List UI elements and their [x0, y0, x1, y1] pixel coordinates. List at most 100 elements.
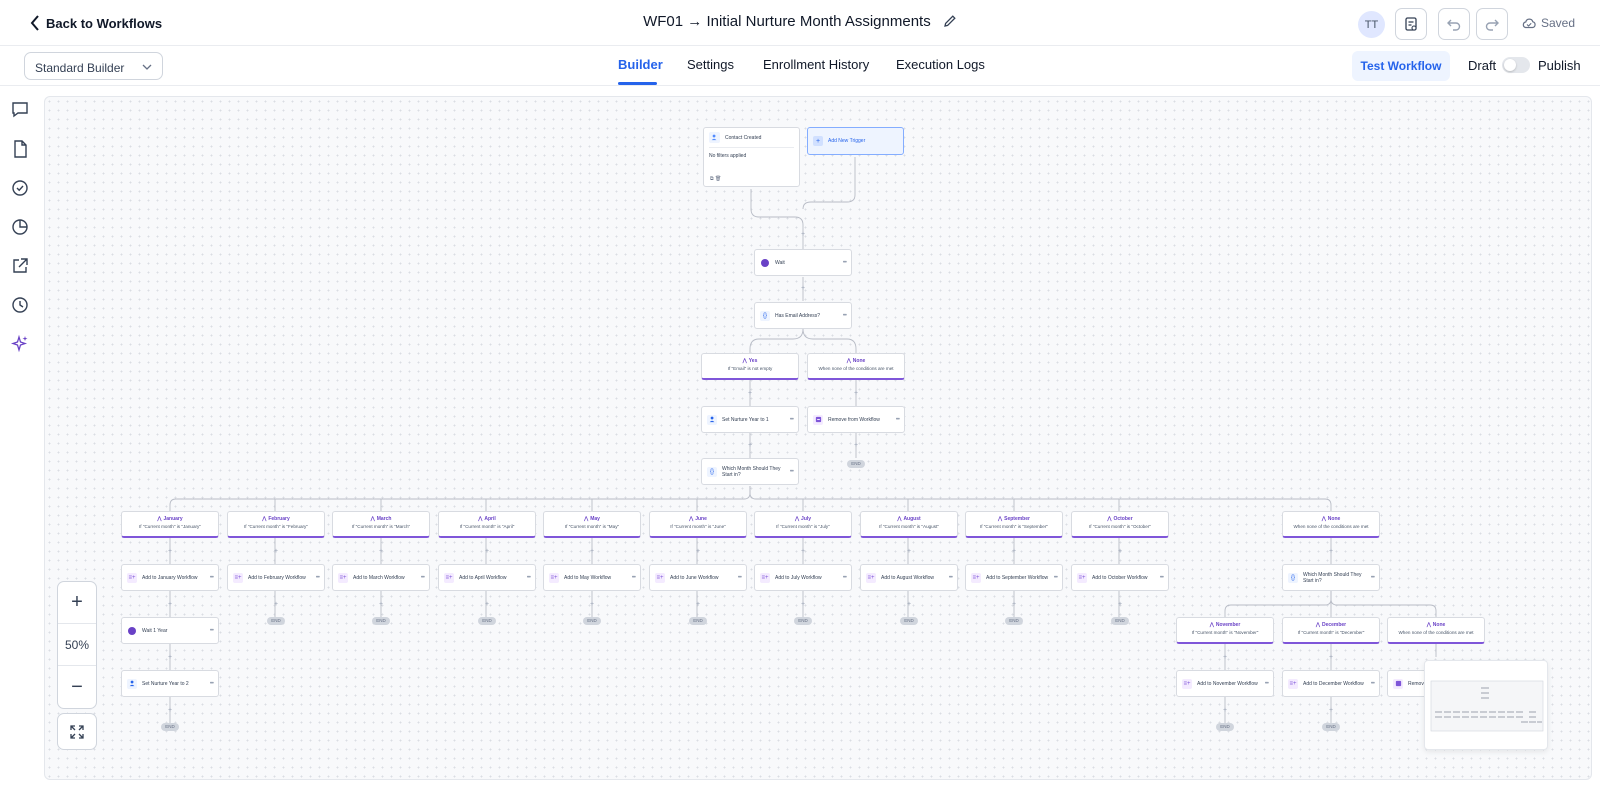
- add-step-plus[interactable]: +: [483, 548, 491, 555]
- workflow-canvas[interactable]: Contact Created No filters applied ⧉ 🗑 +…: [44, 96, 1592, 780]
- tab-enrollment-history[interactable]: Enrollment History: [763, 57, 869, 72]
- more-icon[interactable]: •••: [790, 469, 794, 475]
- test-workflow-button[interactable]: Test Workflow: [1352, 51, 1450, 81]
- branch-april[interactable]: ⋀ April If "Current month" is "April": [438, 511, 536, 538]
- tab-settings[interactable]: Settings: [687, 57, 734, 72]
- branch-none-2[interactable]: ⋀ None When none of the conditions are me…: [1282, 511, 1380, 538]
- chat-icon[interactable]: [10, 99, 30, 119]
- add-step-plus[interactable]: +: [377, 548, 385, 555]
- more-icon[interactable]: •••: [1371, 681, 1375, 687]
- pencil-icon[interactable]: [943, 14, 957, 32]
- add-step-plus[interactable]: +: [799, 601, 807, 608]
- action-add-june[interactable]: ≡+ Add to June Workflow •••: [649, 564, 747, 591]
- tab-execution-logs[interactable]: Execution Logs: [896, 57, 985, 72]
- add-step-plus[interactable]: +: [694, 601, 702, 608]
- more-icon[interactable]: •••: [632, 575, 636, 581]
- publish-toggle[interactable]: [1502, 57, 1530, 73]
- branch-yes[interactable]: ⋀ Yes If "Email" is not empty: [701, 353, 799, 380]
- add-step-plus[interactable]: +: [799, 285, 807, 292]
- builder-mode-select[interactable]: Standard Builder: [24, 52, 163, 80]
- action-wait-1-year[interactable]: Wait 1 Year •••: [121, 617, 219, 644]
- action-add-august[interactable]: ≡+ Add to August Workflow •••: [860, 564, 958, 591]
- branch-january[interactable]: ⋀ January If "Current month" is "January": [121, 511, 219, 538]
- add-step-plus[interactable]: +: [799, 548, 807, 555]
- add-step-plus[interactable]: +: [1010, 548, 1018, 555]
- workflow-title[interactable]: WF01 → Initial Nurture Month Assignments: [643, 13, 931, 30]
- add-step-plus[interactable]: +: [166, 548, 174, 555]
- more-icon[interactable]: •••: [316, 575, 320, 581]
- action-add-march[interactable]: ≡+ Add to March Workflow •••: [332, 564, 430, 591]
- check-circle-icon[interactable]: [10, 178, 30, 198]
- add-step-plus[interactable]: +: [588, 548, 596, 555]
- add-new-trigger-button[interactable]: + Add New Trigger: [807, 127, 904, 155]
- more-icon[interactable]: •••: [527, 575, 531, 581]
- action-add-october[interactable]: ≡+ Add to October Workflow •••: [1071, 564, 1169, 591]
- branch-october[interactable]: ⋀ October If "Current month" is "October": [1071, 511, 1169, 538]
- action-set-nurture-year-2[interactable]: Set Nurture Year to 2 •••: [121, 670, 219, 697]
- more-icon[interactable]: •••: [843, 313, 847, 319]
- more-icon[interactable]: •••: [896, 417, 900, 423]
- tab-builder[interactable]: Builder: [618, 57, 663, 72]
- pie-chart-icon[interactable]: [10, 217, 30, 237]
- condition-which-month-2[interactable]: {} Which Month Should They Start in? •••: [1282, 564, 1380, 591]
- action-remove-from-workflow[interactable]: Remove from Workflow •••: [807, 406, 905, 433]
- add-step-plus[interactable]: +: [1327, 654, 1335, 661]
- more-icon[interactable]: •••: [1265, 681, 1269, 687]
- add-step-plus[interactable]: +: [166, 601, 174, 608]
- action-add-december[interactable]: ≡+ Add to December Workflow •••: [1282, 670, 1380, 697]
- undo-button[interactable]: [1438, 8, 1470, 40]
- action-add-february[interactable]: ≡+ Add to February Workflow •••: [227, 564, 325, 591]
- add-step-plus[interactable]: +: [694, 548, 702, 555]
- add-step-plus[interactable]: +: [1327, 548, 1335, 555]
- add-step-plus[interactable]: +: [905, 548, 913, 555]
- action-add-may[interactable]: ≡+ Add to May Workflow •••: [543, 564, 641, 591]
- add-step-plus[interactable]: +: [1116, 601, 1124, 608]
- more-icon[interactable]: •••: [421, 575, 425, 581]
- more-icon[interactable]: •••: [949, 575, 953, 581]
- branch-december[interactable]: ⋀ December If "Current month" is "Decembe…: [1282, 617, 1380, 644]
- add-step-plus[interactable]: +: [1221, 654, 1229, 661]
- add-step-plus[interactable]: +: [272, 548, 280, 555]
- action-add-july[interactable]: ≡+ Add to July Workflow •••: [754, 564, 852, 591]
- condition-has-email[interactable]: {} Has Email Address? •••: [754, 302, 852, 329]
- action-add-april[interactable]: ≡+ Add to April Workflow •••: [438, 564, 536, 591]
- more-icon[interactable]: •••: [843, 575, 847, 581]
- add-step-plus[interactable]: +: [166, 654, 174, 661]
- zoom-out-button[interactable]: −: [58, 666, 96, 708]
- more-icon[interactable]: •••: [843, 260, 847, 266]
- branch-none-1[interactable]: ⋀ None When none of the conditions are me…: [807, 353, 905, 380]
- add-step-plus[interactable]: +: [483, 601, 491, 608]
- add-step-plus[interactable]: +: [377, 601, 385, 608]
- branch-august[interactable]: ⋀ August If "Current month" is "August": [860, 511, 958, 538]
- fit-view-button[interactable]: [57, 713, 97, 750]
- action-wait[interactable]: Wait •••: [754, 249, 852, 276]
- add-step-plus[interactable]: +: [166, 707, 174, 714]
- more-icon[interactable]: •••: [210, 628, 214, 634]
- avatar[interactable]: TT: [1358, 11, 1385, 38]
- trigger-card-contact-created[interactable]: Contact Created No filters applied ⧉ 🗑: [703, 127, 800, 187]
- add-step-plus[interactable]: +: [588, 601, 596, 608]
- more-icon[interactable]: •••: [1371, 575, 1375, 581]
- add-step-plus[interactable]: +: [746, 390, 754, 397]
- action-remove-from-workflow-2[interactable]: Remov: [1387, 670, 1427, 697]
- more-icon[interactable]: •••: [210, 681, 214, 687]
- branch-june[interactable]: ⋀ June If "Current month" is "June": [649, 511, 747, 538]
- action-add-september[interactable]: ≡+ Add to September Workflow •••: [965, 564, 1063, 591]
- document-icon[interactable]: [10, 139, 30, 159]
- add-step-plus[interactable]: +: [1116, 548, 1124, 555]
- more-icon[interactable]: •••: [738, 575, 742, 581]
- branch-may[interactable]: ⋀ May If "Current month" is "May": [543, 511, 641, 538]
- action-add-january[interactable]: ≡+ Add to January Workflow •••: [121, 564, 219, 591]
- more-icon[interactable]: •••: [1160, 575, 1164, 581]
- history-icon[interactable]: [10, 295, 30, 315]
- zoom-in-button[interactable]: +: [58, 582, 96, 624]
- more-icon[interactable]: •••: [1054, 575, 1058, 581]
- add-step-plus[interactable]: +: [799, 231, 807, 238]
- add-step-plus[interactable]: +: [1010, 601, 1018, 608]
- add-step-plus[interactable]: +: [852, 390, 860, 397]
- external-link-icon[interactable]: [10, 256, 30, 276]
- branch-november[interactable]: ⋀ November If "Current month" is "Novembe…: [1176, 617, 1274, 644]
- add-step-plus[interactable]: +: [746, 442, 754, 449]
- more-icon[interactable]: •••: [790, 417, 794, 423]
- add-step-plus[interactable]: +: [1221, 707, 1229, 714]
